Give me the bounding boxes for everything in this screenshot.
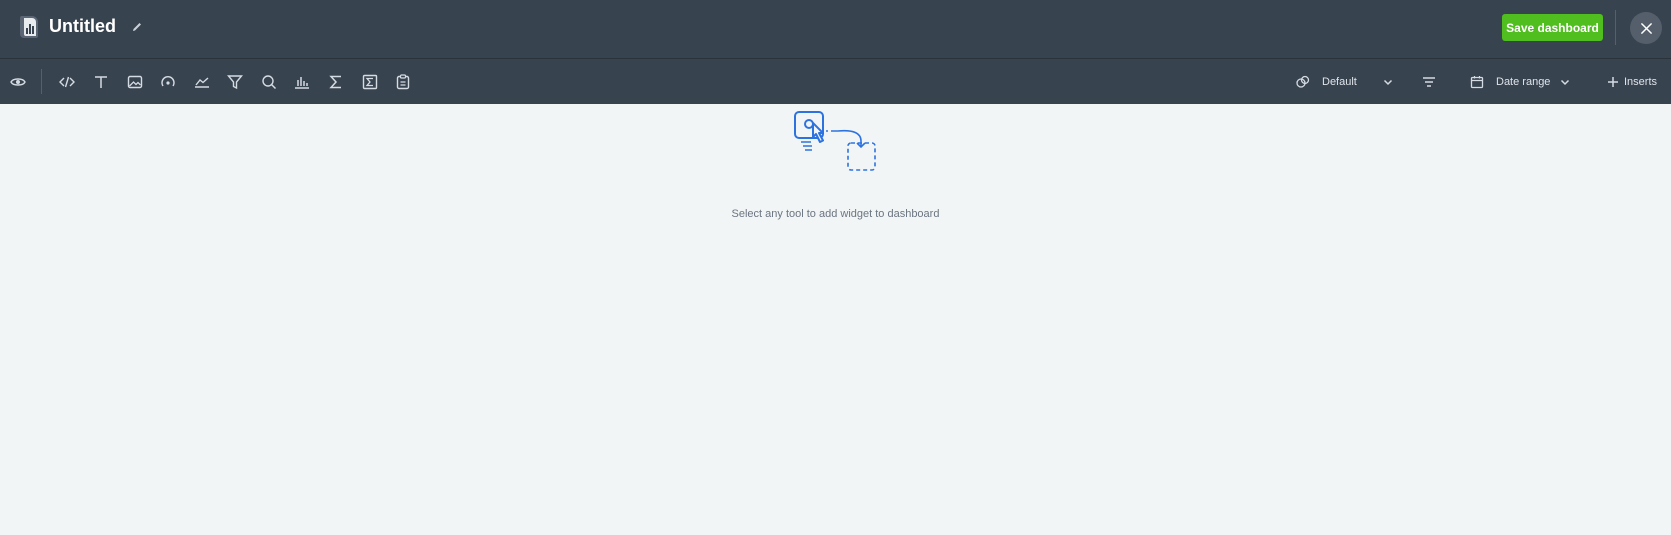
bar-chart-icon[interactable] xyxy=(292,72,312,92)
logo-icon xyxy=(18,14,40,40)
code-icon[interactable] xyxy=(57,72,77,92)
chevron-down-icon xyxy=(1561,79,1570,86)
close-icon xyxy=(1640,22,1652,34)
date-range-selector[interactable]: Date range xyxy=(1470,72,1572,92)
theme-label: Default xyxy=(1322,76,1357,88)
add-widget-illustration-icon xyxy=(793,111,878,173)
image-icon[interactable] xyxy=(125,72,145,92)
empty-state-message: Select any tool to add widget to dashboa… xyxy=(731,208,940,220)
save-dashboard-button[interactable]: Save dashboard xyxy=(1502,14,1603,41)
header-divider xyxy=(1615,10,1616,45)
theme-selector[interactable]: Default xyxy=(1296,72,1395,92)
line-chart-icon[interactable] xyxy=(192,72,212,92)
sigma-icon[interactable] xyxy=(326,72,346,92)
text-icon[interactable] xyxy=(91,72,111,92)
filter-icon xyxy=(1423,77,1435,87)
formula-icon[interactable] xyxy=(360,72,380,92)
calendar-icon xyxy=(1470,76,1484,89)
pencil-icon[interactable] xyxy=(130,20,144,34)
close-button[interactable] xyxy=(1630,12,1662,44)
search-chart-icon[interactable] xyxy=(259,72,279,92)
gauge-icon[interactable] xyxy=(158,72,178,92)
palette-icon xyxy=(1296,75,1310,88)
funnel-icon[interactable] xyxy=(225,72,245,92)
header-bar: Untitled Save dashboard xyxy=(0,0,1671,59)
toolbar-divider xyxy=(41,69,42,94)
dashboard-title[interactable]: Untitled xyxy=(49,16,116,37)
chevron-down-icon xyxy=(1383,79,1392,86)
inserts-button[interactable]: Inserts xyxy=(1606,72,1657,92)
widget-toolbar: Default Date range Inserts xyxy=(0,59,1671,104)
date-range-label: Date range xyxy=(1496,76,1551,88)
eye-icon[interactable] xyxy=(8,72,28,92)
inserts-label: Inserts xyxy=(1624,76,1658,88)
clipboard-icon[interactable] xyxy=(393,72,413,92)
filter-button[interactable] xyxy=(1422,72,1436,92)
plus-icon xyxy=(1608,77,1618,87)
